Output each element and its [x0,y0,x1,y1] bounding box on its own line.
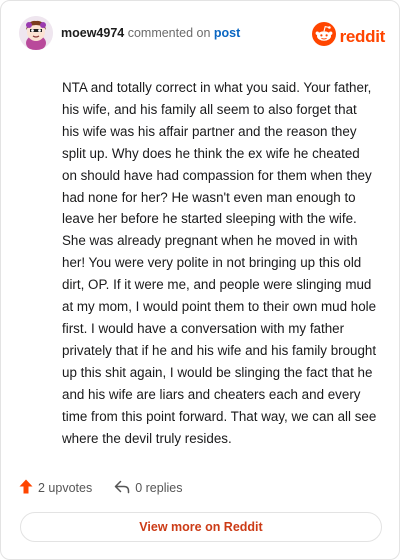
reply-icon [114,480,135,497]
reddit-alien-icon [311,22,336,51]
reply-button[interactable]: 0 replies [114,480,182,497]
comment-body: NTA and totally correct in what you said… [62,80,377,446]
upvotes-count: 2 upvotes [38,481,93,495]
username-link[interactable]: moew4974 [61,26,124,40]
commented-on-text: commented on [124,26,214,40]
comment-header: moew4974 commented on post [19,16,240,50]
view-more-button[interactable]: View more on Reddit [20,512,382,542]
reddit-logo[interactable]: reddit [311,22,386,51]
replies-count: 0 replies [135,481,183,495]
reddit-wordmark: reddit [339,26,386,46]
upvote-button[interactable]: 2 upvotes [19,479,92,497]
comment-actions: 2 upvotes 0 replies [19,479,204,497]
comment-card: moew4974 commented on post reddit NTA an… [0,0,400,560]
post-link[interactable]: post [214,26,240,40]
snoo-avatar-icon[interactable] [19,16,53,50]
upvote-arrow-icon [19,479,38,497]
comment-meta: moew4974 commented on post [61,26,240,40]
